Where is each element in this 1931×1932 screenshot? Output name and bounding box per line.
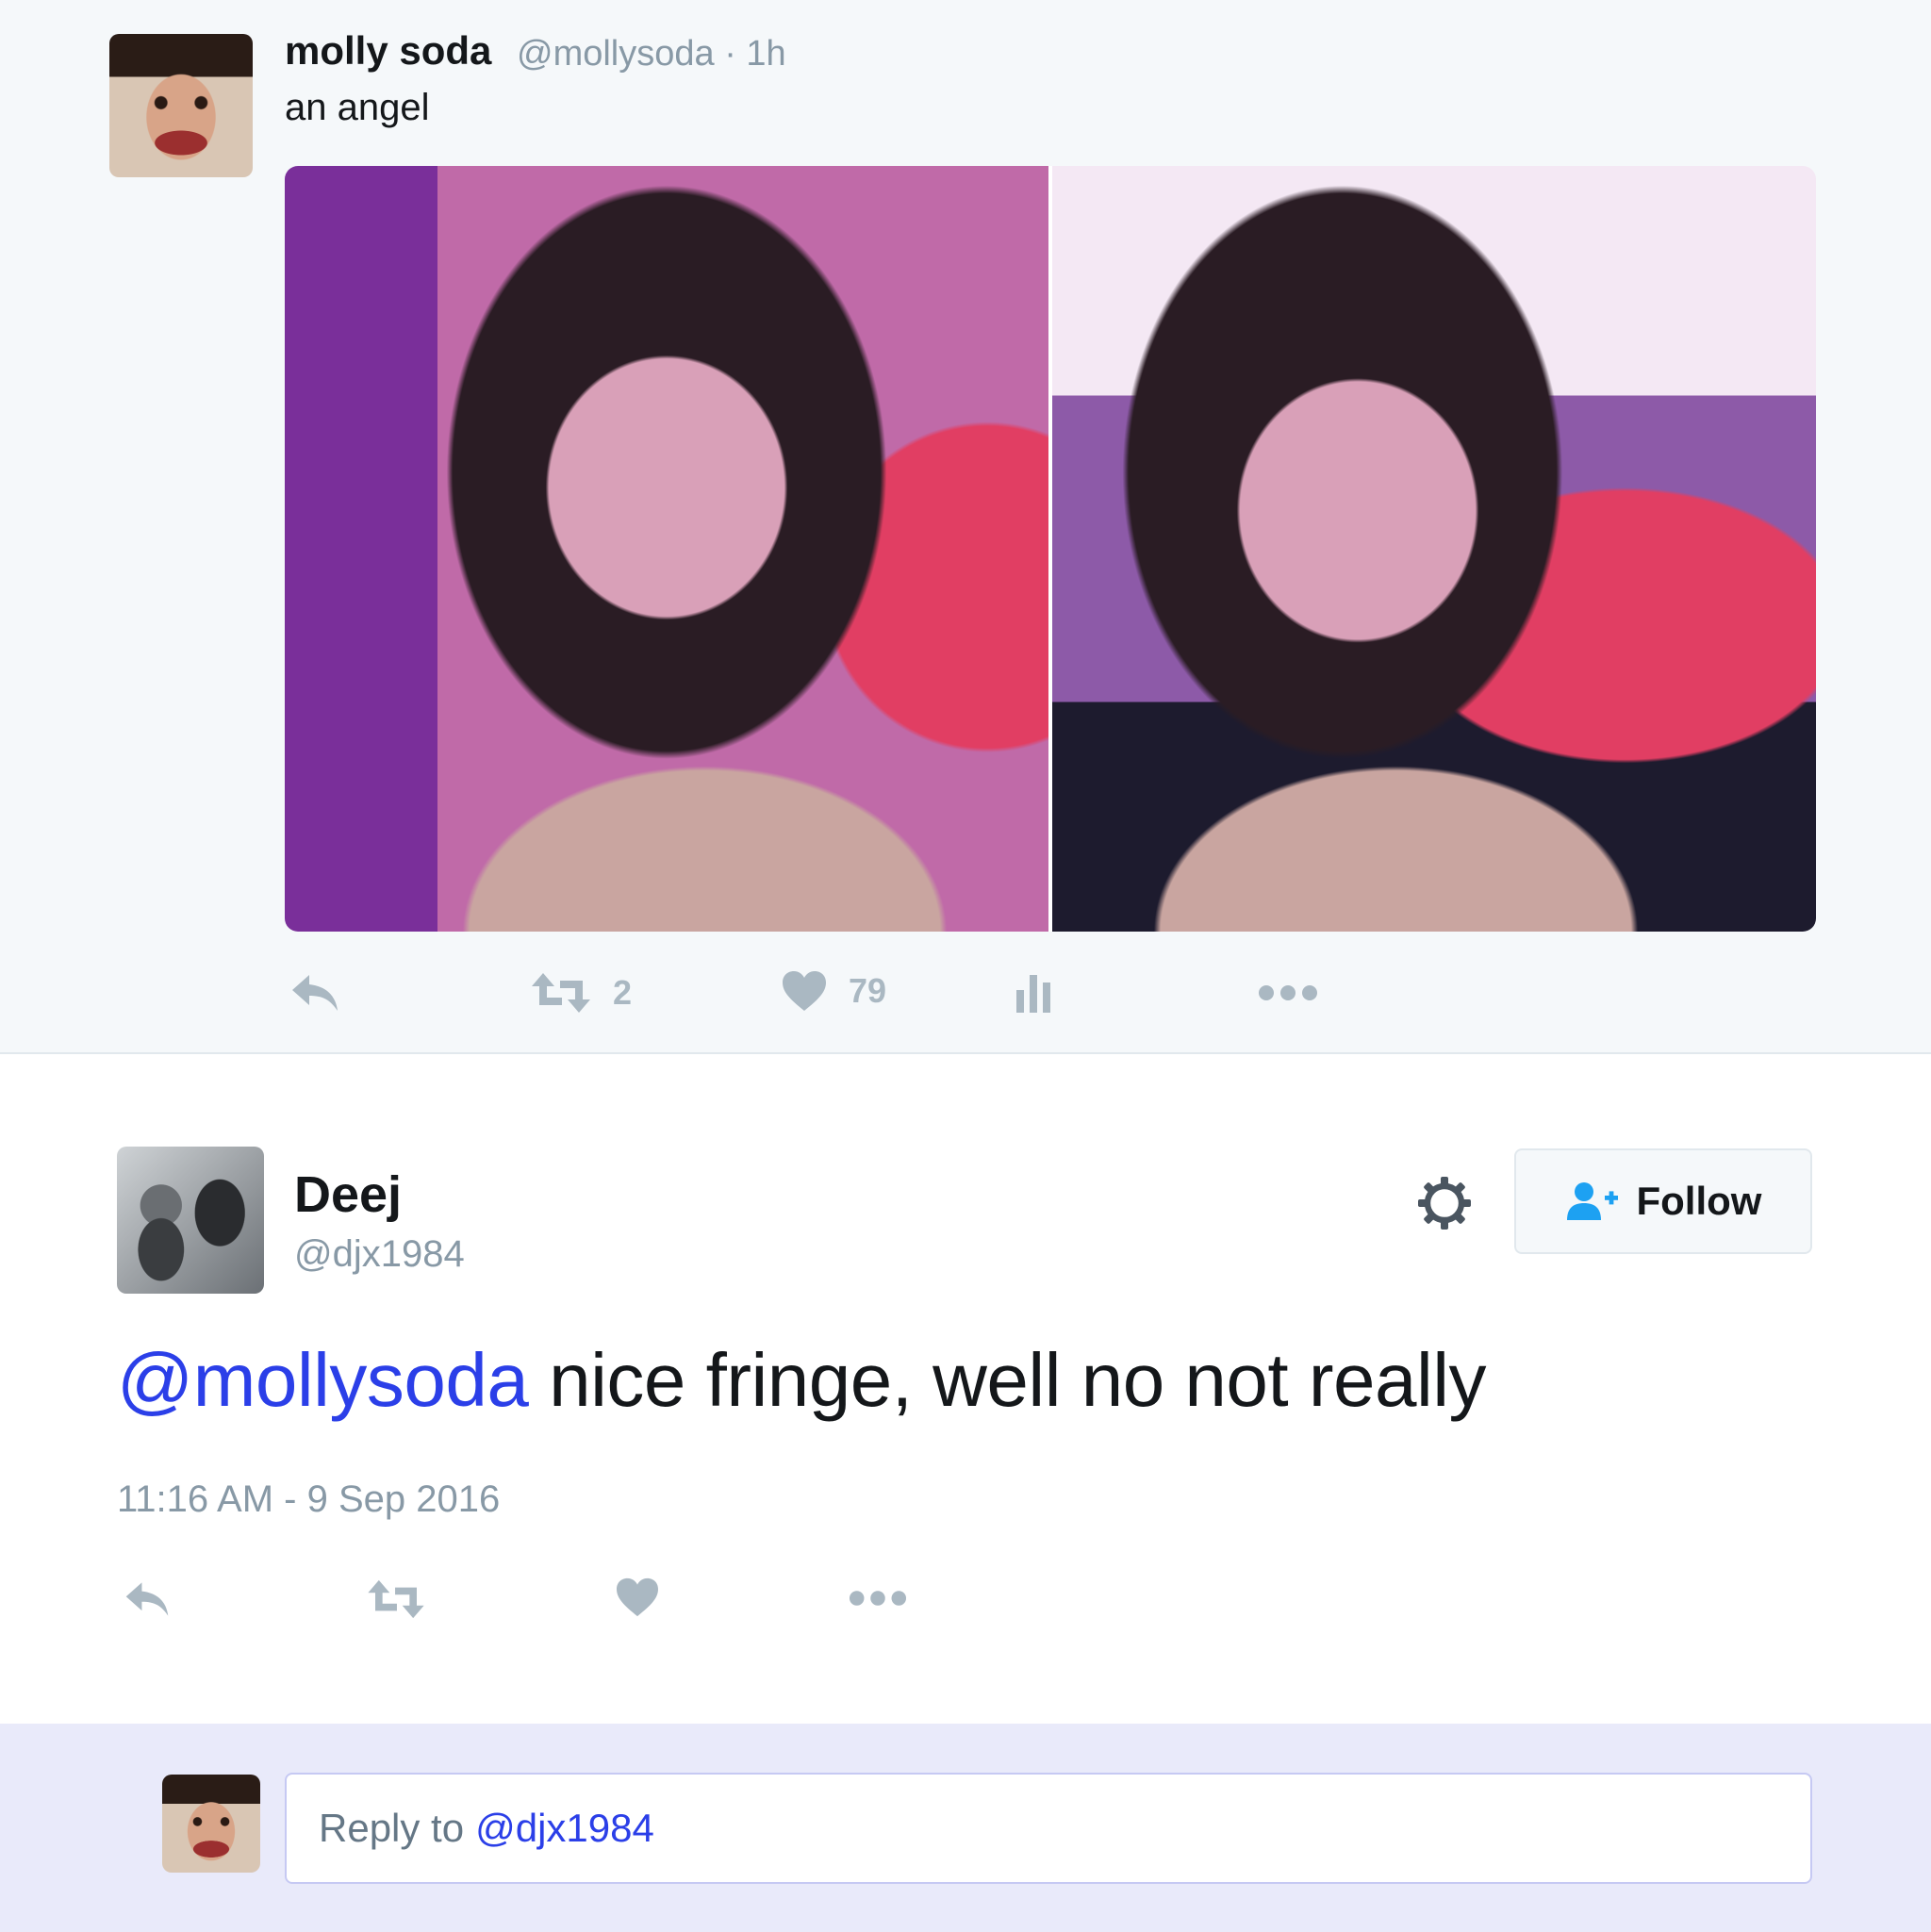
reply-input[interactable]: Reply to @djx1984 <box>285 1773 1812 1884</box>
gear-icon <box>1418 1177 1471 1230</box>
follow-label: Follow <box>1636 1179 1762 1223</box>
like-button[interactable] <box>615 1577 660 1618</box>
reply-mention: @djx1984 <box>475 1806 654 1850</box>
heart-icon <box>617 1577 658 1617</box>
parent-tweet-text: an angel <box>285 87 430 128</box>
tweet-text: @mollysoda nice fringe, well no not real… <box>117 1337 1487 1424</box>
retweet-icon <box>532 973 590 1013</box>
parent-media <box>285 166 1816 932</box>
more-icon <box>849 1591 907 1606</box>
author-handle[interactable]: @djx1984 <box>294 1233 465 1276</box>
parent-author-name[interactable]: molly soda <box>285 28 491 74</box>
like-count: 79 <box>849 971 887 1010</box>
parent-analytics-button[interactable] <box>1015 971 1052 1013</box>
photo-right[interactable] <box>1052 166 1816 932</box>
tweet-body: nice fringe, well no not really <box>528 1338 1487 1422</box>
retweet-icon <box>368 1579 424 1619</box>
heart-icon <box>783 971 826 1011</box>
author-avatar[interactable] <box>117 1147 264 1294</box>
reply-prefix: Reply to <box>319 1806 465 1850</box>
tweet-mention-link[interactable]: @mollysoda <box>117 1338 529 1422</box>
parent-handle-time[interactable]: @mollysoda · 1h <box>517 34 786 74</box>
retweet-button[interactable] <box>366 1578 426 1620</box>
tweet-timestamp[interactable]: 11:16 AM - 9 Sep 2016 <box>117 1478 500 1521</box>
analytics-icon <box>1016 975 1050 1013</box>
parent-more-button[interactable] <box>1258 984 1318 1001</box>
retweet-count: 2 <box>613 973 633 1012</box>
reply-button[interactable] <box>123 1578 172 1620</box>
more-button[interactable] <box>849 1590 907 1607</box>
current-user-avatar <box>162 1775 260 1873</box>
parent-retweet-button[interactable]: 2 <box>530 971 632 1015</box>
reply-icon <box>292 975 338 1011</box>
photo-left[interactable] <box>285 166 1048 932</box>
parent-like-button[interactable]: 79 <box>781 969 886 1013</box>
reply-icon <box>125 1582 169 1616</box>
parent-avatar[interactable] <box>109 34 253 177</box>
settings-button[interactable] <box>1416 1175 1473 1236</box>
add-user-icon <box>1566 1182 1618 1220</box>
parent-reply-button[interactable] <box>289 971 341 1015</box>
parent-tweet: molly soda @mollysoda · 1h an angel 2 79 <box>0 0 1931 1054</box>
author-name[interactable]: Deej <box>294 1165 402 1224</box>
more-icon <box>1259 985 1317 1000</box>
follow-button[interactable]: Follow <box>1514 1148 1812 1254</box>
